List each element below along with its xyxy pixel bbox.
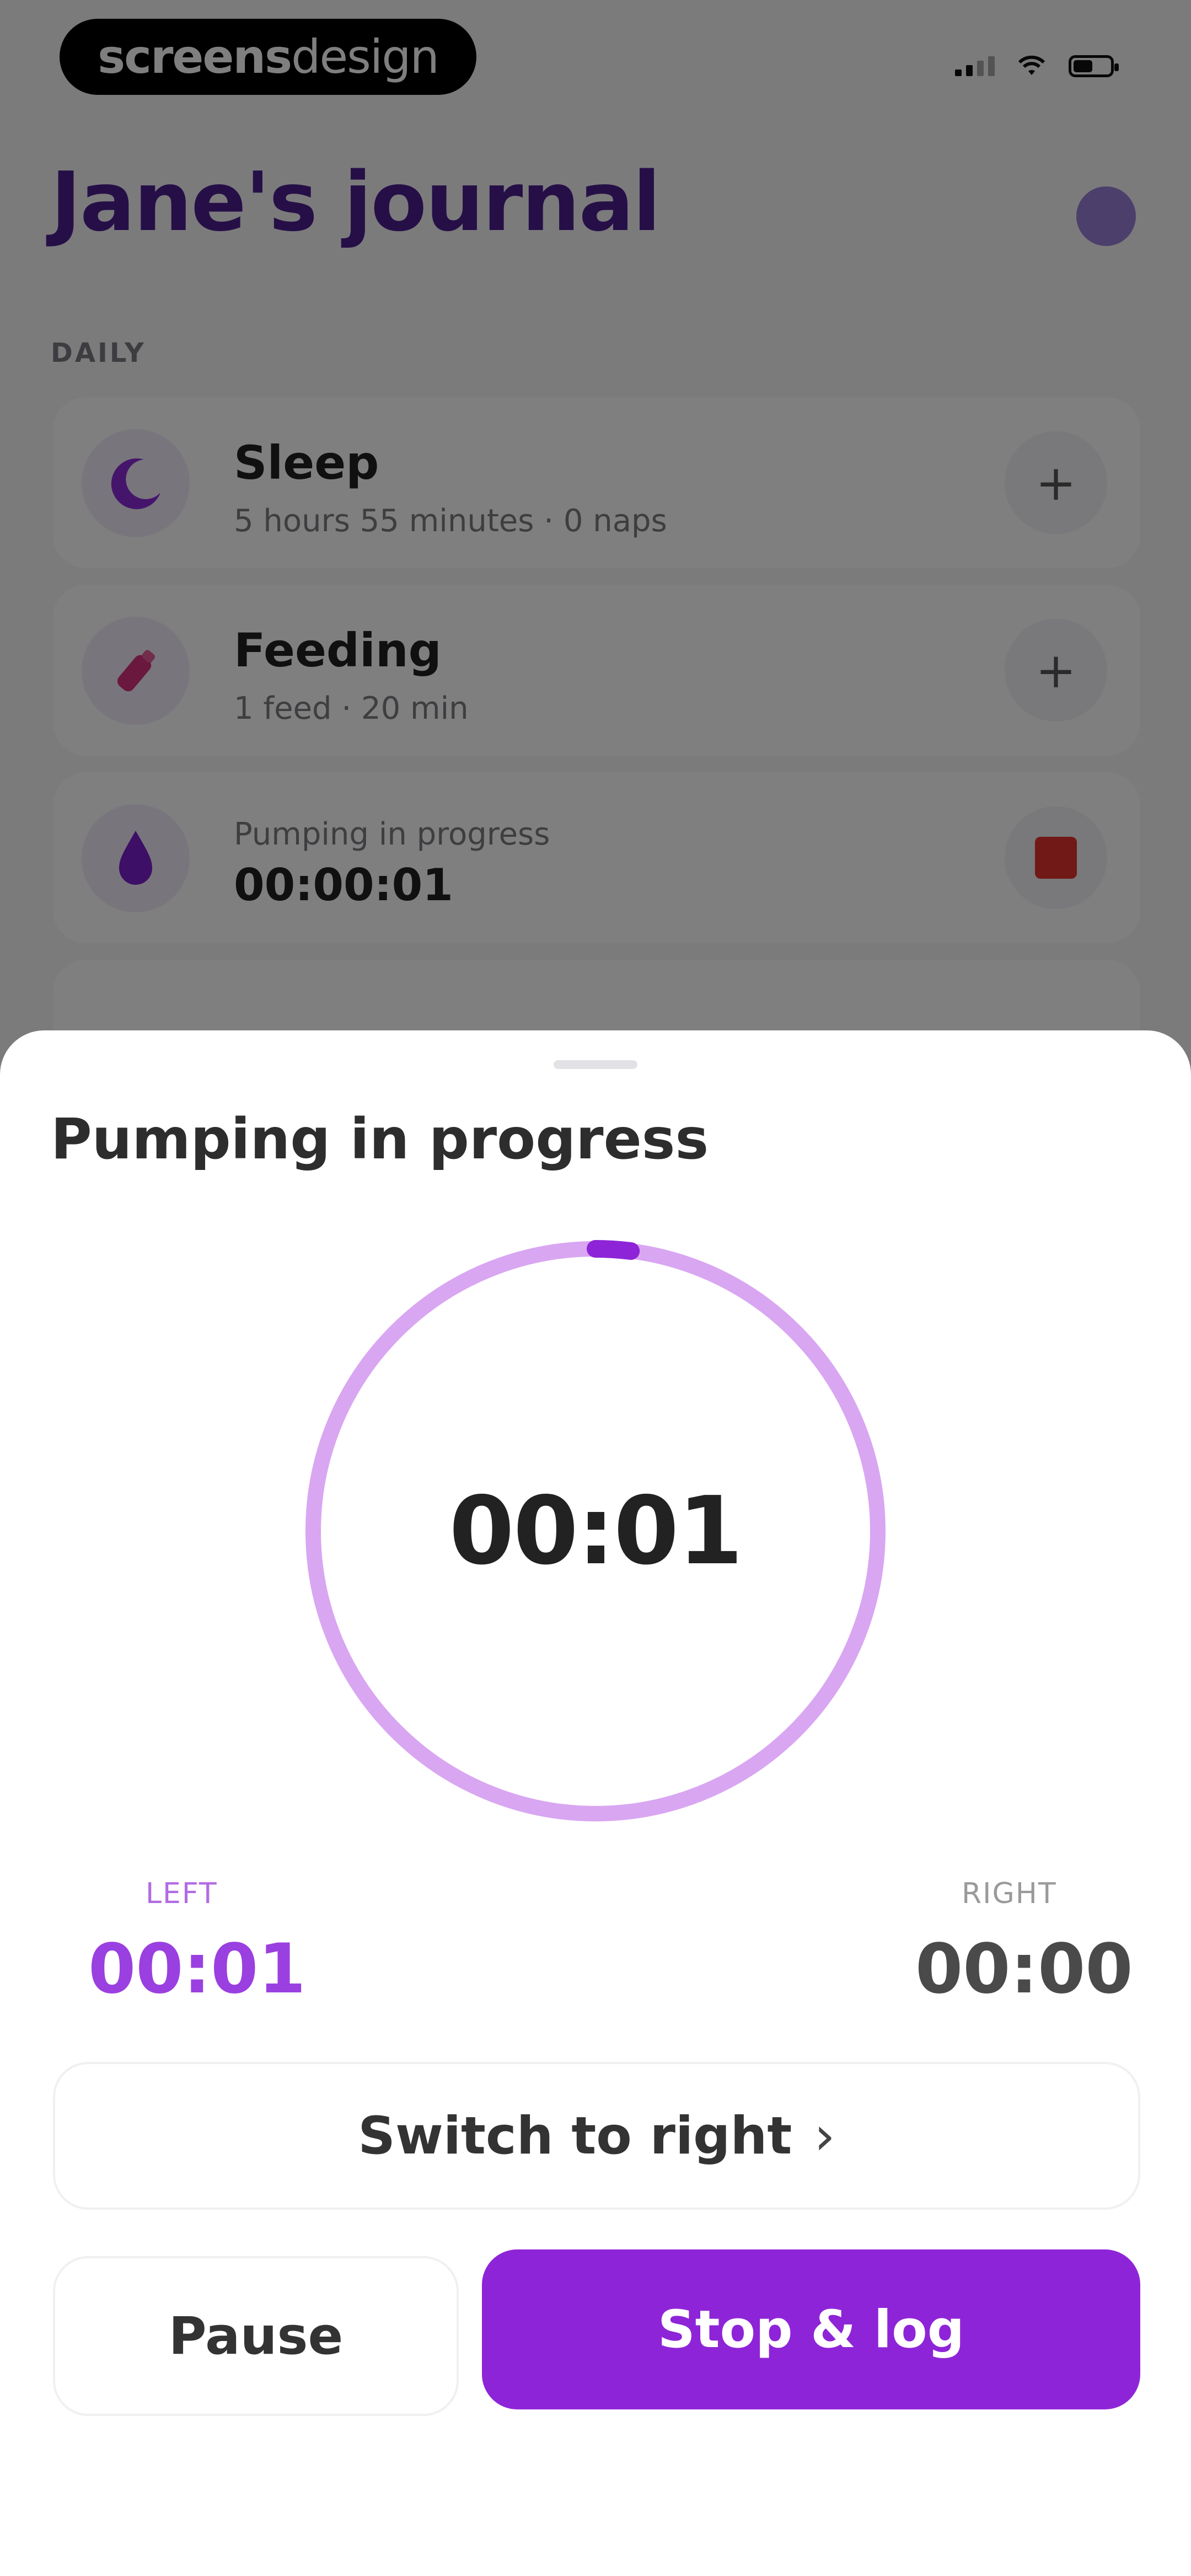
- pause-button[interactable]: Pause: [53, 2256, 459, 2416]
- switch-side-label: Switch to right: [358, 2105, 792, 2166]
- sheet-title: Pumping in progress: [51, 1107, 709, 1172]
- right-side-time: 00:00: [915, 1930, 1133, 2009]
- stop-and-log-button[interactable]: Stop & log: [482, 2249, 1140, 2409]
- switch-side-button[interactable]: Switch to right ›: [53, 2062, 1140, 2210]
- timer-ring: 00:01: [298, 1233, 893, 1829]
- sheet-grabber[interactable]: [554, 1060, 637, 1069]
- left-side-label: LEFT: [146, 1877, 218, 1910]
- right-side-label: RIGHT: [962, 1877, 1057, 1910]
- chevron-right-icon: ›: [814, 2105, 835, 2167]
- app-screen: screensdesign Jane's journal DAILY: [0, 0, 1191, 2576]
- pumping-sheet: Pumping in progress 00:01 LEFT 00:01 RIG…: [0, 1030, 1191, 2576]
- timer-display: 00:01: [449, 1477, 743, 1586]
- left-side-time: 00:01: [88, 1930, 306, 2009]
